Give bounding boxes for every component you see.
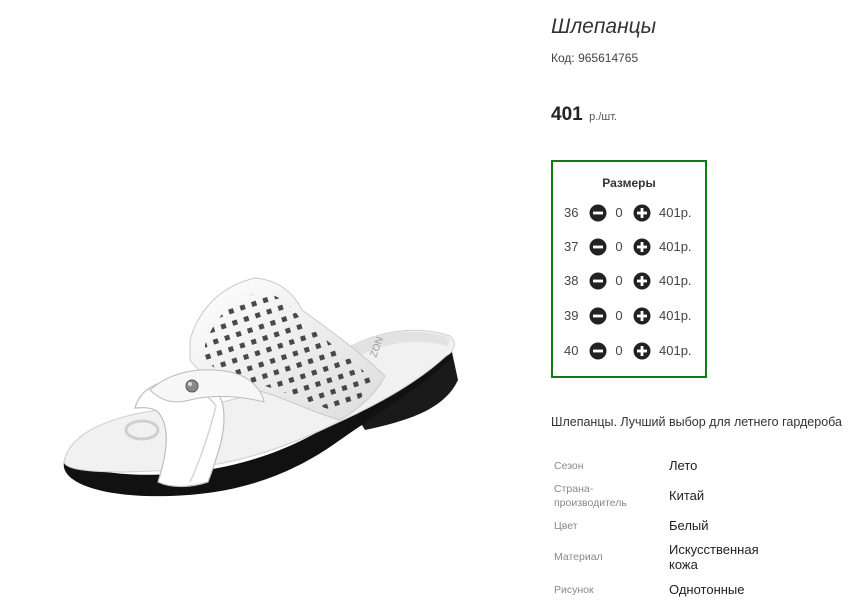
product-info-panel: Шлепанцы Код: 965614765 401 р./шт. Разме… bbox=[551, 0, 853, 607]
size-price: 401р. bbox=[659, 205, 692, 220]
plus-circle-icon bbox=[633, 307, 651, 325]
property-label: Материал bbox=[554, 551, 603, 563]
size-row: 36 0 401р. bbox=[553, 202, 705, 224]
plus-circle-icon bbox=[633, 204, 651, 222]
product-title: Шлепанцы bbox=[551, 15, 657, 38]
size-price: 401р. bbox=[659, 308, 692, 323]
decrease-qty-button[interactable] bbox=[589, 204, 607, 222]
property-value: Китай bbox=[669, 488, 705, 503]
property-value: Искусственная кожа bbox=[669, 542, 759, 572]
sizes-box: Размеры 36 0 401р. 37 0 401р. 38 0 401р.… bbox=[551, 160, 707, 378]
property-value: Лето bbox=[669, 458, 698, 473]
price-row: 401 р./шт. bbox=[551, 104, 617, 126]
minus-circle-icon bbox=[589, 238, 607, 256]
size-label: 37 bbox=[564, 239, 579, 254]
size-label: 36 bbox=[564, 205, 579, 220]
product-code: Код: 965614765 bbox=[551, 51, 639, 65]
qty-value: 0 bbox=[615, 308, 623, 323]
qty-value: 0 bbox=[615, 205, 623, 220]
qty-value: 0 bbox=[615, 273, 623, 288]
sizes-title: Размеры bbox=[602, 176, 656, 190]
property-label: Цвет bbox=[554, 520, 578, 532]
minus-circle-icon bbox=[589, 204, 607, 222]
size-row: 38 0 401р. bbox=[553, 270, 705, 292]
plus-circle-icon bbox=[633, 238, 651, 256]
increase-qty-button[interactable] bbox=[633, 307, 651, 325]
size-price: 401р. bbox=[659, 343, 692, 358]
size-label: 40 bbox=[564, 343, 579, 358]
property-label: Рисунок bbox=[554, 584, 594, 596]
size-row: 39 0 401р. bbox=[553, 305, 705, 327]
size-price: 401р. bbox=[659, 273, 692, 288]
product-description: Шлепанцы. Лучший выбор для летнего гарде… bbox=[551, 415, 842, 429]
price-value: 401 bbox=[551, 104, 583, 125]
plus-circle-icon bbox=[633, 272, 651, 290]
size-price: 401р. bbox=[659, 239, 692, 254]
decrease-qty-button[interactable] bbox=[589, 342, 607, 360]
increase-qty-button[interactable] bbox=[633, 238, 651, 256]
size-label: 38 bbox=[564, 273, 579, 288]
increase-qty-button[interactable] bbox=[633, 204, 651, 222]
qty-value: 0 bbox=[615, 343, 623, 358]
size-label: 39 bbox=[564, 308, 579, 323]
increase-qty-button[interactable] bbox=[633, 272, 651, 290]
property-value: Однотонные bbox=[669, 582, 745, 597]
price-unit: р./шт. bbox=[589, 111, 618, 123]
size-row: 40 0 401р. bbox=[553, 340, 705, 362]
minus-circle-icon bbox=[589, 307, 607, 325]
size-row: 37 0 401р. bbox=[553, 236, 705, 258]
minus-circle-icon bbox=[589, 272, 607, 290]
product-image: ZON bbox=[40, 90, 480, 530]
decrease-qty-button[interactable] bbox=[589, 238, 607, 256]
increase-qty-button[interactable] bbox=[633, 342, 651, 360]
property-label: Сезон bbox=[554, 460, 584, 472]
property-value: Белый bbox=[669, 518, 709, 533]
qty-value: 0 bbox=[615, 239, 623, 254]
property-label: Страна- производитель bbox=[554, 483, 627, 509]
minus-circle-icon bbox=[589, 342, 607, 360]
decrease-qty-button[interactable] bbox=[589, 307, 607, 325]
decrease-qty-button[interactable] bbox=[589, 272, 607, 290]
plus-circle-icon bbox=[633, 342, 651, 360]
